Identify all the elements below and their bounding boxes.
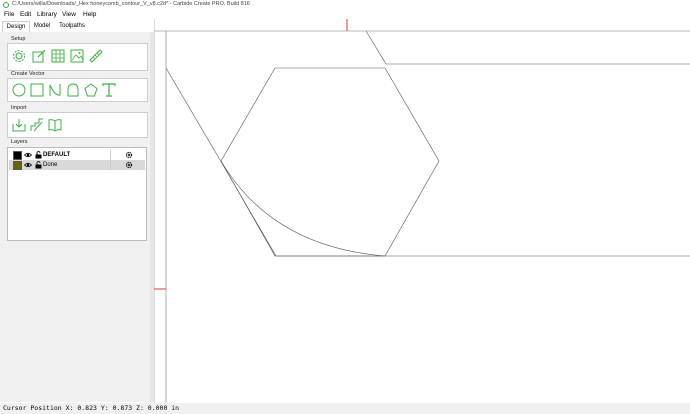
mode-tabs: Design Model Toolpaths [0,21,154,33]
layer-settings-button[interactable] [110,150,146,160]
rectangle-icon[interactable] [30,83,44,97]
layers-list: DEFAULT Done [7,147,147,241]
menu-library[interactable]: Library [37,10,57,19]
layer-color-swatch[interactable] [13,161,22,170]
window-title: C:/Users/willa/Downloads/_Hex honeycomb_… [12,1,250,7]
polygon-icon[interactable] [66,83,80,97]
layer-settings-button[interactable] [110,160,146,170]
layer-name: Done [43,162,58,168]
job-setup-icon[interactable] [12,49,26,63]
setup-toolbar [7,43,148,71]
menu-edit[interactable]: Edit [20,10,31,19]
design-canvas[interactable] [154,19,690,403]
menu-view[interactable]: View [62,10,76,19]
hexagon-shape[interactable] [220,67,440,257]
contour-outline[interactable] [165,67,690,257]
tab-model[interactable]: Model [31,21,53,32]
grid-icon[interactable] [51,49,65,63]
import-toolbar [7,112,148,138]
canvas-drawing[interactable] [154,19,690,403]
left-ruler [154,31,166,403]
menu-help[interactable]: Help [83,10,96,19]
import-image-icon[interactable] [30,118,44,132]
tab-toolpaths[interactable]: Toolpaths [56,21,88,32]
menu-file[interactable]: File [4,10,14,19]
create-vector-toolbar [7,78,148,102]
gear-icon [125,161,133,169]
ruler-icon[interactable] [89,49,103,63]
import-library-icon[interactable] [48,118,62,132]
contour-upper[interactable] [365,30,690,65]
import-svg-icon[interactable] [12,118,26,132]
layer-row-done[interactable]: Done [9,160,145,170]
cursor-position-text: Cursor Position X: 0.823 Y: 0.873 Z: 0.0… [3,404,180,412]
unlock-icon[interactable] [35,151,42,159]
curve-icon[interactable] [48,83,62,97]
section-label-setup: Setup [11,36,26,42]
eye-icon[interactable] [24,151,32,159]
section-label-layers: Layers [11,139,28,145]
gear-icon [125,151,133,159]
edit-icon[interactable] [32,49,46,63]
unlock-icon[interactable] [35,161,42,169]
text-icon[interactable] [102,83,116,97]
layer-name: DEFAULT [43,152,71,158]
section-label-create-vector: Create Vector [11,71,45,77]
section-label-import: Import [11,105,27,111]
top-ruler [154,19,690,31]
pentagon-icon[interactable] [84,83,98,97]
image-icon[interactable] [70,49,84,63]
status-bar: Cursor Position X: 0.823 Y: 0.873 Z: 0.0… [0,403,690,414]
arc-curve[interactable] [220,160,386,257]
carbide-app-icon [3,2,9,8]
layer-color-swatch[interactable] [13,151,22,160]
layer-row-default[interactable]: DEFAULT [9,150,145,160]
title-bar: C:/Users/willa/Downloads/_Hex honeycomb_… [0,0,690,10]
circle-icon[interactable] [12,83,26,97]
eye-icon[interactable] [24,161,32,169]
